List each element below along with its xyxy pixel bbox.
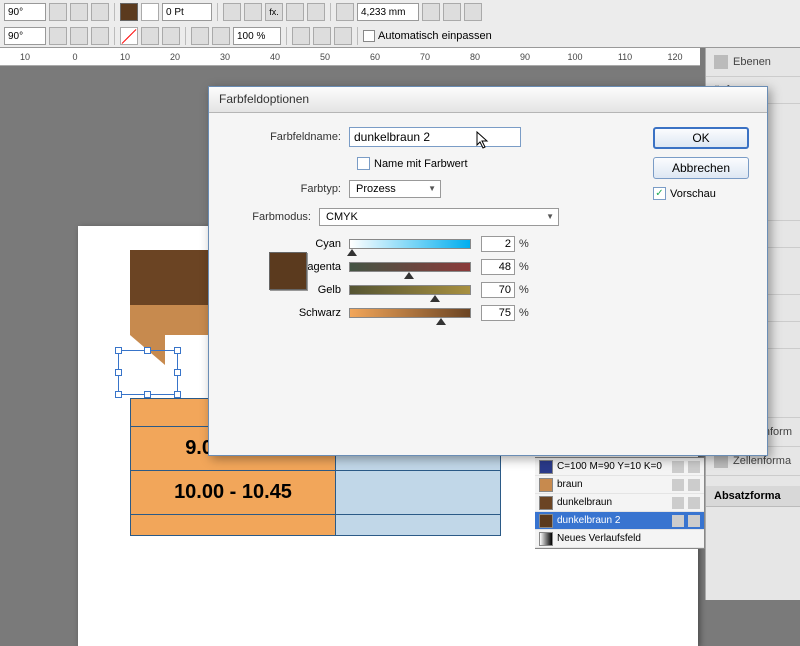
fx-icon[interactable]: fx. bbox=[265, 3, 283, 21]
flip-h-icon[interactable] bbox=[49, 3, 67, 21]
frame-icon-4[interactable] bbox=[464, 3, 482, 21]
swatch-row[interactable]: braun bbox=[535, 476, 704, 494]
tool-icon-c[interactable] bbox=[91, 27, 109, 45]
angle-input-2[interactable]: 90° bbox=[4, 27, 46, 45]
cyan-input[interactable] bbox=[481, 236, 515, 252]
tool-icon-f[interactable] bbox=[191, 27, 209, 45]
name-with-value-label: Name mit Farbwert bbox=[374, 158, 468, 170]
tool-icon-d[interactable] bbox=[141, 27, 159, 45]
fill-swatch[interactable] bbox=[120, 3, 138, 21]
sched-row-3 bbox=[131, 515, 336, 536]
frame-icon-3[interactable] bbox=[443, 3, 461, 21]
magenta-slider[interactable] bbox=[349, 262, 471, 272]
colormode-select[interactable]: CMYK bbox=[319, 208, 559, 226]
preview-swatch bbox=[269, 252, 307, 290]
colormode-label: Farbmodus: bbox=[227, 211, 319, 223]
tool-icon-h[interactable] bbox=[292, 27, 310, 45]
swatch-row[interactable]: C=100 M=90 Y=10 K=0 bbox=[535, 458, 704, 476]
cyan-label: Cyan bbox=[227, 238, 349, 250]
flip-v-icon[interactable] bbox=[70, 3, 88, 21]
stroke-weight-input[interactable]: 0 Pt bbox=[162, 3, 212, 21]
magenta-input[interactable] bbox=[481, 259, 515, 275]
selection-frame[interactable] bbox=[118, 350, 178, 395]
swatch-row[interactable]: Neues Verlaufsfeld bbox=[535, 530, 704, 548]
color-swatch-options-dialog: Farbfeldoptionen Farbfeldname: Name mit … bbox=[208, 86, 768, 456]
swatch-row[interactable]: dunkelbraun bbox=[535, 494, 704, 512]
tool-icon-j[interactable] bbox=[334, 27, 352, 45]
cancel-button[interactable]: Abbrechen bbox=[653, 157, 749, 179]
black-slider[interactable] bbox=[349, 308, 471, 318]
align-center-icon[interactable] bbox=[244, 3, 262, 21]
panel-tab-ebenen[interactable]: Ebenen bbox=[706, 48, 800, 77]
tool-icon-b[interactable] bbox=[70, 27, 88, 45]
align-left-icon[interactable] bbox=[223, 3, 241, 21]
dialog-title: Farbfeldoptionen bbox=[209, 87, 767, 113]
yellow-input[interactable] bbox=[481, 282, 515, 298]
swatch-type-icon bbox=[672, 461, 684, 473]
para-icon[interactable] bbox=[286, 3, 304, 21]
preview-checkbox[interactable]: ✓ bbox=[653, 187, 666, 200]
frame-dim-input[interactable]: 4,233 mm bbox=[357, 3, 419, 21]
main-toolbar: 90° 0 Pt fx. 4,233 mm 90° 100 % bbox=[0, 0, 800, 48]
anchor-icon[interactable] bbox=[91, 3, 109, 21]
autofit-checkbox[interactable] bbox=[363, 30, 375, 42]
field-name-input[interactable] bbox=[349, 127, 521, 147]
ok-button[interactable]: OK bbox=[653, 127, 749, 149]
tool-icon-g[interactable] bbox=[212, 27, 230, 45]
horizontal-ruler: 10 0 10 20 30 40 50 60 70 80 90 100 110 … bbox=[0, 48, 700, 66]
swatch-row-selected[interactable]: dunkelbraun 2 bbox=[535, 512, 704, 530]
tool-icon-e[interactable] bbox=[162, 27, 180, 45]
angle-input-1[interactable]: 90° bbox=[4, 3, 46, 21]
colortype-select[interactable]: Prozess bbox=[349, 180, 441, 198]
wrap-icon[interactable] bbox=[307, 3, 325, 21]
stroke-swatch[interactable] bbox=[141, 3, 159, 21]
black-label: Schwarz bbox=[227, 307, 349, 319]
name-with-value-checkbox[interactable] bbox=[357, 157, 370, 170]
swatches-panel: C=100 M=90 Y=10 K=0 braun dunkelbraun du… bbox=[535, 457, 705, 549]
cyan-slider[interactable] bbox=[349, 239, 471, 249]
tool-icon-i[interactable] bbox=[313, 27, 331, 45]
sched-row-2: 10.00 - 10.45 bbox=[131, 471, 336, 515]
zoom-input[interactable]: 100 % bbox=[233, 27, 281, 45]
layers-icon bbox=[714, 55, 728, 69]
tool-icon-a[interactable] bbox=[49, 27, 67, 45]
black-input[interactable] bbox=[481, 305, 515, 321]
no-fill-icon[interactable] bbox=[120, 27, 138, 45]
field-name-label: Farbfeldname: bbox=[227, 131, 349, 143]
yellow-slider[interactable] bbox=[349, 285, 471, 295]
swatch-mode-icon bbox=[688, 461, 700, 473]
colortype-label: Farbtyp: bbox=[227, 183, 349, 195]
cell-format-icon bbox=[714, 454, 728, 468]
frame-icon-1[interactable] bbox=[336, 3, 354, 21]
preview-label: Vorschau bbox=[670, 188, 716, 200]
panel-section-absatz[interactable]: Absatzforma bbox=[706, 486, 800, 507]
frame-icon-2[interactable] bbox=[422, 3, 440, 21]
autofit-label: Automatisch einpassen bbox=[378, 30, 492, 42]
